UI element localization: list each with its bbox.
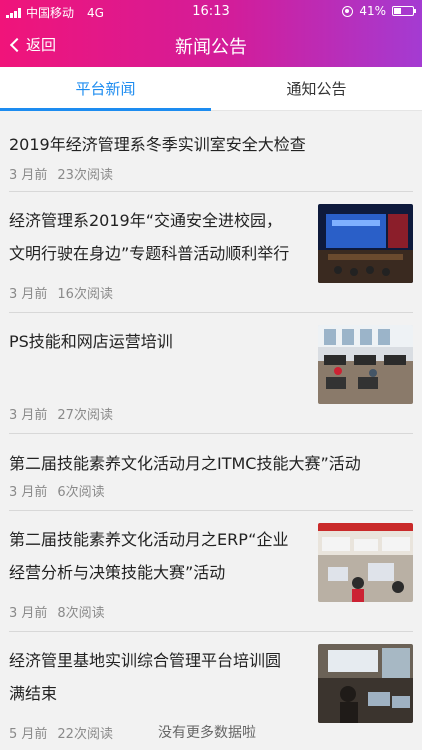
- battery-percent: 41%: [359, 4, 386, 18]
- battery-icon: [392, 6, 416, 16]
- news-meta: 3 月前 16次阅读: [9, 283, 113, 302]
- news-reads: 8次阅读: [57, 606, 105, 621]
- news-item[interactable]: 2019年经济管理系冬季实训室安全大检查 3 月前 23次阅读: [0, 128, 422, 191]
- news-item[interactable]: PS技能和网店运营培训 3 月前 27次阅读: [0, 313, 422, 433]
- news-title: PS技能和网店运营培训: [9, 332, 173, 351]
- rotation-lock-icon: [342, 5, 354, 17]
- news-age: 3 月前: [9, 485, 48, 500]
- status-right: 41%: [342, 4, 416, 18]
- news-meta: 3 月前 6次阅读: [9, 481, 105, 500]
- news-age: 3 月前: [9, 168, 48, 183]
- news-title: 第二届技能素养文化活动月之ITMC技能大赛”活动: [9, 454, 361, 473]
- nav-bar: 返回 新闻公告: [0, 22, 422, 67]
- news-reads: 6次阅读: [57, 485, 105, 500]
- news-thumbnail: [318, 325, 413, 404]
- news-title-line-2: 满结束: [9, 684, 58, 703]
- news-meta: 3 月前 8次阅读: [9, 602, 105, 621]
- news-reads: 22次阅读: [57, 727, 113, 742]
- no-more-data-text: 没有更多数据啦: [158, 725, 256, 741]
- news-reads: 16次阅读: [57, 287, 113, 302]
- tab-notices[interactable]: 通知公告: [211, 67, 422, 110]
- news-reads: 23次阅读: [57, 168, 113, 183]
- status-bar: 中国移动 4G 16:13 41%: [0, 0, 422, 22]
- news-title-line-2: 文明行驶在身边”专题科普活动顺利举行: [9, 244, 290, 263]
- news-item[interactable]: 经济管理系2019年“交通安全进校园， 文明行驶在身边”专题科普活动顺利举行 3…: [0, 192, 422, 312]
- news-age: 5 月前: [9, 727, 48, 742]
- news-title-line-1: 第二届技能素养文化活动月之ERP“企业: [9, 530, 289, 549]
- news-thumbnail: [318, 644, 413, 723]
- news-meta: 3 月前 27次阅读: [9, 404, 113, 423]
- page-title: 新闻公告: [175, 37, 247, 58]
- news-age: 3 月前: [9, 606, 48, 621]
- news-age: 3 月前: [9, 287, 48, 302]
- news-thumbnail: [318, 523, 413, 602]
- news-item[interactable]: 第二届技能素养文化活动月之ITMC技能大赛”活动 3 月前 6次阅读: [0, 434, 422, 509]
- news-meta: 5 月前 22次阅读: [9, 723, 113, 742]
- news-meta: 3 月前 23次阅读: [9, 164, 113, 183]
- news-title: 2019年经济管理系冬季实训室安全大检查: [9, 135, 306, 154]
- news-age: 3 月前: [9, 408, 48, 423]
- news-title-line-2: 经营分析与决策技能大赛”活动: [9, 563, 226, 582]
- news-title-line-1: 经济管里基地实训综合管理平台培训圆: [9, 651, 282, 670]
- tab-bar: 平台新闻 通知公告: [0, 67, 422, 111]
- news-title-line-1: 经济管理系2019年“交通安全进校园，: [9, 211, 283, 230]
- app-header: 中国移动 4G 16:13 41% 返回 新闻公告: [0, 0, 422, 67]
- news-reads: 27次阅读: [57, 408, 113, 423]
- tab-platform-news[interactable]: 平台新闻: [0, 67, 211, 111]
- news-thumbnail: [318, 204, 413, 283]
- news-item[interactable]: 第二届技能素养文化活动月之ERP“企业 经营分析与决策技能大赛”活动 3 月前 …: [0, 511, 422, 631]
